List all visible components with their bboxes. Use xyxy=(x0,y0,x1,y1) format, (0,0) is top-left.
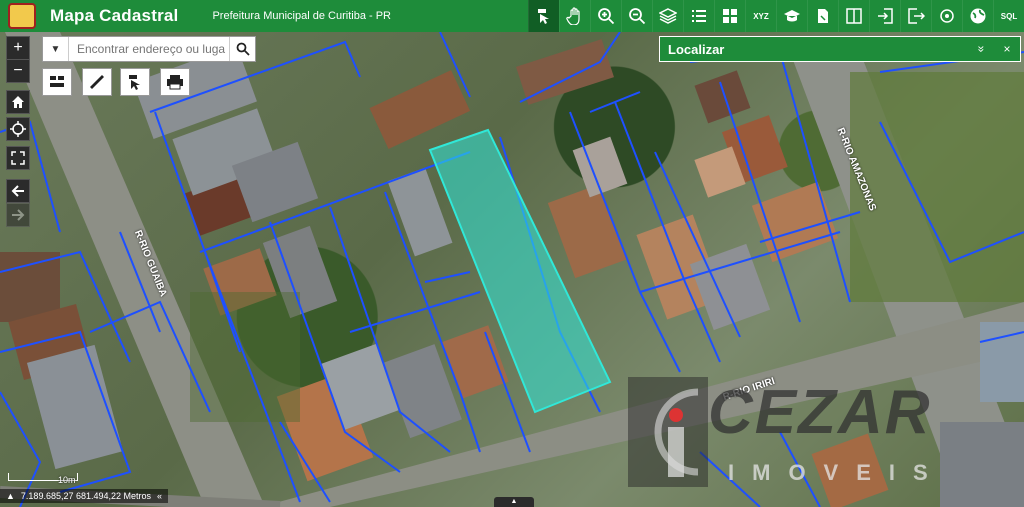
map-view[interactable]: R-RIO GUAIBA R-RIO AMAZONAS R-RIO IRIRI … xyxy=(0,32,1024,507)
table-layout-icon xyxy=(50,76,64,87)
zoom-in-tool[interactable] xyxy=(590,0,621,32)
watermark-title: CEZAR xyxy=(708,378,932,447)
search-button[interactable] xyxy=(229,37,255,61)
layers-tool[interactable] xyxy=(652,0,683,32)
pan-tool[interactable] xyxy=(559,0,590,32)
education-icon xyxy=(784,10,800,22)
address-search: ▼ xyxy=(42,36,256,62)
bottom-panel-toggle[interactable]: ▲ xyxy=(494,497,534,507)
collapse-left-icon[interactable]: « xyxy=(157,491,162,501)
grid-icon xyxy=(723,9,737,23)
globe-tool[interactable] xyxy=(962,0,993,32)
education-tool[interactable] xyxy=(776,0,807,32)
locate-panel-title: Localizar xyxy=(668,41,725,57)
app-subtitle: Prefeitura Municipal de Curitiba - PR xyxy=(212,10,391,22)
home-button[interactable] xyxy=(6,90,30,114)
xyz-coordinates-icon: XYZ xyxy=(753,11,769,21)
layers-icon xyxy=(659,8,677,24)
scale-label: 10m xyxy=(58,475,76,485)
locate-button[interactable] xyxy=(6,117,30,141)
identify-icon xyxy=(129,75,140,90)
globe-icon xyxy=(970,8,986,24)
caret-down-icon: ▼ xyxy=(50,43,61,55)
fullscreen-icon xyxy=(11,151,25,165)
quick-tool-identify[interactable] xyxy=(120,68,150,96)
identify-tool[interactable] xyxy=(528,0,559,32)
quick-tool-table[interactable] xyxy=(42,68,72,96)
expand-up-icon[interactable]: ▲ xyxy=(6,491,15,501)
watermark-logo xyxy=(628,377,708,487)
zoom-out-icon xyxy=(629,8,646,25)
close-icon: × xyxy=(1003,42,1011,56)
coordinate-readout: ▲ 7.189.685,27 681.494,22 Metros « xyxy=(0,489,169,503)
double-chevron-down-icon: » xyxy=(974,45,988,53)
import-tool[interactable] xyxy=(869,0,900,32)
home-icon xyxy=(12,96,24,108)
grid-tool[interactable] xyxy=(714,0,745,32)
toolbar: XYZ SQL xyxy=(528,0,1024,32)
search-source-dropdown[interactable]: ▼ xyxy=(43,37,69,61)
search-input[interactable] xyxy=(69,38,229,60)
forward-button[interactable] xyxy=(6,203,30,227)
coordinates-text: 7.189.685,27 681.494,22 Metros xyxy=(20,491,152,501)
target-tool[interactable] xyxy=(931,0,962,32)
watermark-subtitle: IMOVEIS xyxy=(728,460,946,485)
collapse-button[interactable]: » xyxy=(968,42,994,56)
split-view-icon xyxy=(846,8,862,24)
watermark: CEZAR IMOVEIS xyxy=(628,377,988,497)
xyz-tool[interactable]: XYZ xyxy=(745,0,776,32)
list-tool[interactable] xyxy=(683,0,714,32)
app-title: Mapa Cadastral xyxy=(50,6,179,25)
split-view-tool[interactable] xyxy=(838,0,869,32)
ruler-icon xyxy=(90,75,104,89)
arrow-right-icon xyxy=(12,209,25,221)
zoom-out-button[interactable]: − xyxy=(6,59,30,83)
sql-tool[interactable]: SQL xyxy=(993,0,1024,32)
quick-tool-print[interactable] xyxy=(160,68,190,96)
target-icon xyxy=(940,9,954,23)
export-tool[interactable] xyxy=(900,0,931,32)
zoom-in-button[interactable]: + xyxy=(6,36,30,60)
list-icon xyxy=(692,10,706,22)
identify-icon xyxy=(538,9,549,24)
pan-hand-icon xyxy=(566,7,580,25)
zoom-in-icon xyxy=(598,8,615,25)
arrow-left-icon xyxy=(11,185,24,197)
document-edit-icon xyxy=(818,9,828,23)
zoom-out-tool[interactable] xyxy=(621,0,652,32)
locate-panel: Localizar » × xyxy=(659,36,1021,62)
search-icon xyxy=(236,42,250,56)
back-button[interactable] xyxy=(6,179,30,203)
city-logo xyxy=(8,3,36,29)
document-edit-tool[interactable] xyxy=(807,0,838,32)
sql-query-icon: SQL xyxy=(1000,11,1018,21)
crosshair-icon xyxy=(10,121,26,137)
close-button[interactable]: × xyxy=(994,42,1020,56)
header-bar: Mapa Cadastral Prefeitura Municipal de C… xyxy=(0,0,1024,32)
export-icon xyxy=(908,8,925,24)
import-icon xyxy=(878,8,893,24)
fullscreen-button[interactable] xyxy=(6,146,30,170)
caret-up-icon: ▲ xyxy=(510,498,518,505)
print-icon xyxy=(167,75,183,90)
quick-tool-measure[interactable] xyxy=(82,68,112,96)
